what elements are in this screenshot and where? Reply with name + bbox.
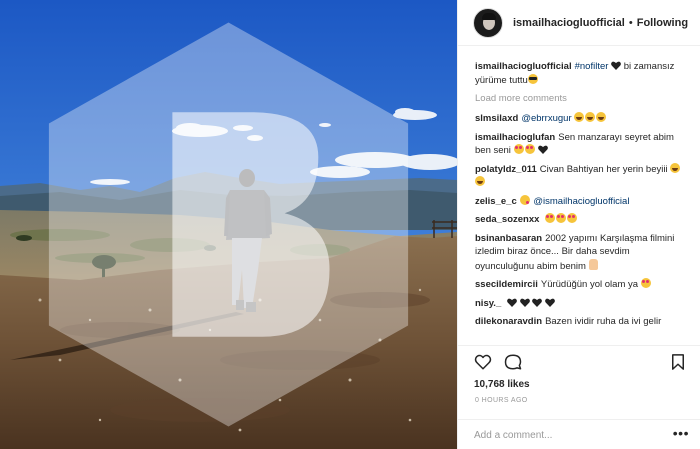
post-header: ismailhacioglu​official • Following <box>458 0 700 46</box>
comment-username[interactable]: dilekonaravdin <box>475 316 542 327</box>
comment-mention[interactable]: @ebrrxugur <box>521 113 571 124</box>
kiss-emoji-icon <box>519 194 530 205</box>
black-heart-emoji-icon <box>519 298 530 307</box>
action-icons-row <box>474 353 687 373</box>
header-separator: • <box>628 16 633 29</box>
laughing-emoji-icon <box>574 112 585 122</box>
comment-item: dilekonaravdin Bazen ividir ruha da ivi g… <box>475 315 688 329</box>
laughing-emoji-icon <box>670 162 681 173</box>
heart-icon[interactable] <box>474 353 492 371</box>
comment-item: bsinanbasaran 2002 yapımı Karşılaşma film… <box>475 232 688 274</box>
comment-item: seda_sozenxx <box>475 213 688 227</box>
add-comment-input[interactable] <box>474 427 659 443</box>
black-heart-emoji-icon <box>544 298 555 307</box>
bookmark-icon[interactable] <box>669 353 687 371</box>
caption: ismailhacioglu​official #nofilter bi zama… <box>475 60 688 87</box>
add-comment-bar: ••• <box>458 419 700 449</box>
comment-item: ssecildemircii Yürüdüğün yol olam ya <box>475 278 688 292</box>
heart-eyes-emoji-icon <box>640 278 651 288</box>
comment-item: ismailhacioglufan Sen manzarayı seyret ab… <box>475 131 688 158</box>
laughing-emoji-icon <box>596 112 607 122</box>
post-side-panel: ismailhacioglu​official • Following isma… <box>457 0 700 449</box>
laughing-emoji-icon <box>585 112 596 122</box>
comment-username[interactable]: ismailhacioglufan <box>475 132 555 143</box>
comment-username[interactable]: nisy._ <box>475 298 501 309</box>
watermark-logo-icon <box>48 22 409 427</box>
following-button[interactable]: Following <box>637 17 688 29</box>
comment-username[interactable]: bsinanbasaran <box>475 233 542 244</box>
comments-list: ismailhacioglu​official #nofilter bi zama… <box>458 60 700 345</box>
more-options-icon[interactable]: ••• <box>673 425 689 441</box>
comment-username[interactable]: polatyldz_011 <box>475 164 537 175</box>
heart-eyes-emoji-icon <box>524 144 535 154</box>
comment-text: Yürüdüğün yol olam ya <box>540 279 639 290</box>
load-more-comments-link[interactable]: Load more comments <box>475 93 688 104</box>
black-heart-emoji-icon <box>532 298 543 307</box>
avatar[interactable] <box>473 7 503 38</box>
header-username[interactable]: ismailhacioglu​official <box>513 17 625 29</box>
comment-item: polatyldz_011 Civan Bahtiyan her yerin be… <box>475 162 688 190</box>
heart-eyes-emoji-icon <box>556 213 567 223</box>
laughing-emoji-icon <box>475 176 485 186</box>
comment-icon[interactable] <box>504 353 522 371</box>
black-heart-emoji-icon <box>538 145 549 154</box>
comment-username[interactable]: slmsilaxd <box>475 113 518 124</box>
heart-eyes-emoji-icon <box>513 144 524 154</box>
post-photo[interactable] <box>0 0 457 449</box>
heart-eyes-emoji-icon <box>545 213 556 223</box>
comment-item: zelis_e_c @ismailhacioglu​official <box>475 194 688 209</box>
waving-hand-emoji-icon <box>588 258 598 270</box>
comment-username[interactable]: zelis_e_c <box>475 196 517 207</box>
comment-mention[interactable]: @ismailhacioglu​official <box>533 196 629 207</box>
post-actions: 10,768 likes 0 HOURS AGO <box>458 345 700 419</box>
comment-username[interactable]: ssecildemircii <box>475 279 538 290</box>
caption-username[interactable]: ismailhacioglu​official <box>475 61 572 72</box>
comment-text: Civan Bahtiyan her yerin beyiii <box>539 163 668 175</box>
caption-hashtag[interactable]: #nofilter <box>575 61 609 72</box>
black-heart-emoji-icon <box>506 298 517 307</box>
comment-item: nisy._ <box>475 297 688 311</box>
post-timestamp: 0 HOURS AGO <box>475 397 528 404</box>
heart-eyes-emoji-icon <box>567 213 578 223</box>
black-heart-emoji-icon <box>611 61 621 70</box>
comment-item: slmsilaxd @ebrrxugur <box>475 112 688 126</box>
comment-username[interactable]: seda_sozenxx <box>475 214 539 225</box>
likes-count[interactable]: 10,768 likes <box>474 379 530 390</box>
sunglasses-emoji-icon <box>527 73 538 84</box>
comment-text: Bazen ividir ruha da ivi gelir <box>545 316 662 327</box>
